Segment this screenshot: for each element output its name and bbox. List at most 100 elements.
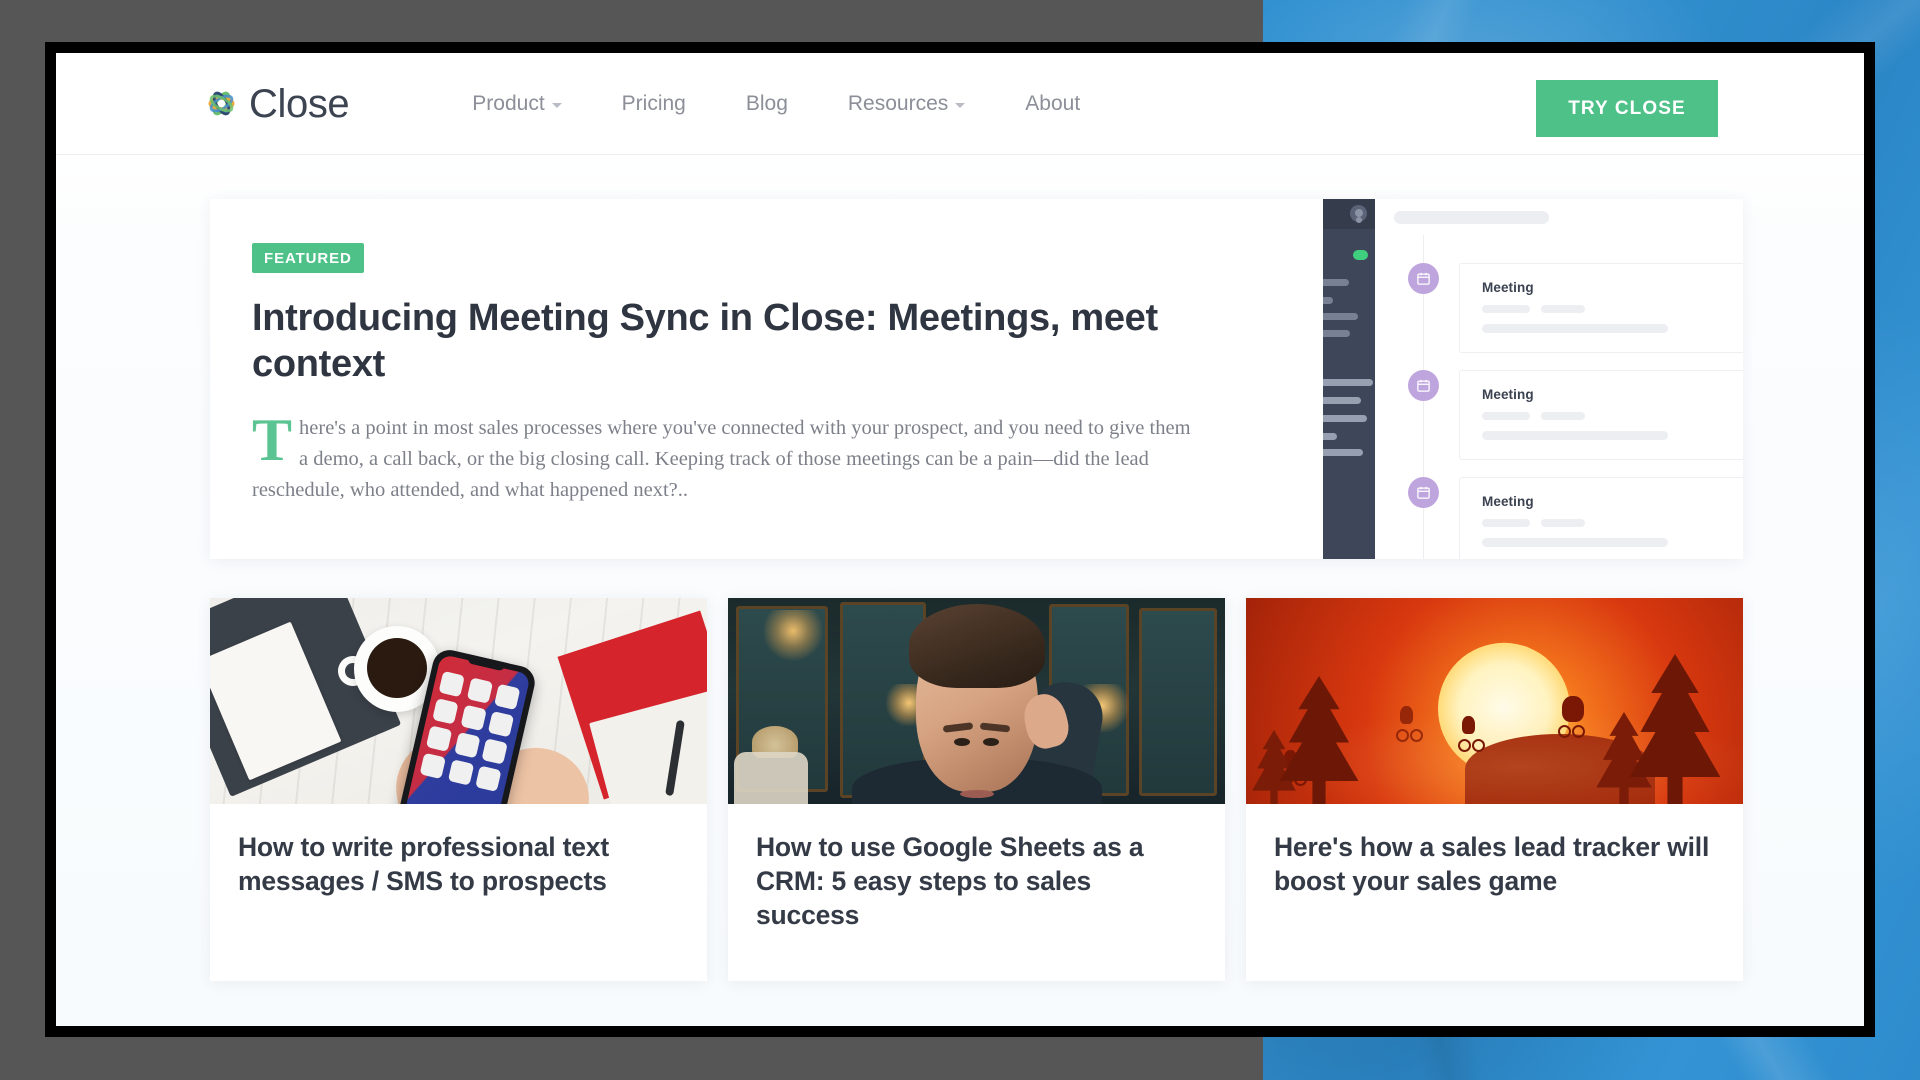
user-avatar-icon — [1350, 205, 1367, 222]
mockup-meeting-card: Meeting — [1459, 370, 1743, 460]
rider-body — [1400, 706, 1413, 724]
nav-item-label: Product — [472, 92, 544, 116]
article-grid: How to write professional text messages … — [210, 598, 1743, 981]
calendar-icon — [1408, 370, 1439, 401]
brand-wordmark: Close — [249, 84, 349, 124]
nav-item-label: About — [1025, 92, 1080, 116]
app-icon — [475, 766, 501, 792]
article-card[interactable]: How to use Google Sheets as a CRM: 5 eas… — [728, 598, 1225, 981]
page-body: FEATURED Introducing Meeting Sync in Clo… — [56, 155, 1864, 1026]
article-card[interactable]: How to write professional text messages … — [210, 598, 707, 981]
sidebar-placeholder-bar — [1323, 449, 1363, 456]
eyebrow — [943, 722, 974, 733]
sidebar-placeholder-bar — [1323, 330, 1350, 337]
placeholder-bar — [1482, 324, 1668, 333]
sidebar-placeholder-bar — [1323, 397, 1361, 404]
placeholder-bar — [1541, 305, 1585, 313]
mockup-app-sidebar — [1323, 199, 1375, 559]
app-icon — [426, 725, 452, 751]
sidebar-placeholder-bar — [1323, 279, 1349, 286]
nav-item-product[interactable]: Product — [442, 92, 591, 116]
app-icon — [460, 705, 486, 731]
sidebar-placeholder-bar — [1323, 433, 1337, 440]
wall-panel — [1139, 608, 1217, 796]
site-navigation-bar: Close Product Pricing Blog Resources — [56, 53, 1864, 155]
rider-body — [1462, 716, 1475, 734]
nav-item-label: Resources — [848, 92, 948, 116]
meeting-sync-app-mockup: Meeting — [1323, 199, 1743, 559]
eye — [954, 738, 970, 746]
bicycle-rider-silhouette — [1558, 696, 1590, 738]
mockup-app-main-panel: Meeting — [1375, 199, 1743, 559]
bicycle-wheel — [1458, 739, 1471, 752]
app-icon — [488, 711, 514, 737]
nav-item-pricing[interactable]: Pricing — [592, 92, 716, 116]
featured-badge: FEATURED — [252, 243, 364, 273]
mockup-meeting-title: Meeting — [1482, 494, 1743, 509]
article-card-title: Here's how a sales lead tracker will boo… — [1246, 804, 1743, 947]
placeholder-bar — [1482, 431, 1668, 440]
status-dot-indicator — [1353, 250, 1368, 260]
article-thumbnail-image — [210, 598, 707, 804]
brand-logo-link[interactable]: Close — [203, 84, 349, 124]
featured-excerpt-text: here's a point in most sales processes w… — [252, 417, 1191, 501]
featured-article-card[interactable]: FEATURED Introducing Meeting Sync in Clo… — [210, 199, 1743, 559]
sidebar-placeholder-bar — [1323, 313, 1358, 320]
bicycle-wheel — [1410, 729, 1423, 742]
mockup-sidebar-header — [1323, 199, 1375, 229]
mockup-meeting-card: Meeting — [1459, 263, 1743, 353]
article-thumbnail-image — [728, 598, 1225, 804]
bicycle-wheel — [1558, 725, 1571, 738]
mockup-search-placeholder — [1394, 211, 1549, 224]
placeholder-bar — [1541, 519, 1585, 527]
featured-article-excerpt: There's a point in most sales processes … — [252, 413, 1192, 506]
armchair-object — [734, 752, 808, 804]
eye — [983, 738, 999, 746]
sidebar-placeholder-bar — [1323, 379, 1373, 386]
article-card-title: How to use Google Sheets as a CRM: 5 eas… — [728, 804, 1225, 981]
nav-item-about[interactable]: About — [995, 92, 1110, 116]
browser-window-frame: Close Product Pricing Blog Resources — [45, 42, 1875, 1037]
app-icon — [466, 677, 492, 703]
article-card[interactable]: Here's how a sales lead tracker will boo… — [1246, 598, 1743, 981]
placeholder-bar — [1482, 519, 1530, 527]
app-icon — [494, 684, 520, 710]
sidebar-placeholder-bar — [1323, 297, 1333, 304]
rider-body — [1562, 696, 1584, 722]
bicycle-wheel — [1472, 739, 1485, 752]
bicycle-wheel — [1396, 729, 1409, 742]
app-icon — [432, 698, 458, 724]
app-icon — [438, 671, 464, 697]
app-icon — [454, 732, 480, 758]
article-thumbnail-image — [1246, 598, 1743, 804]
primary-navigation: Product Pricing Blog Resources About — [442, 92, 1110, 116]
mockup-meta-placeholders — [1482, 519, 1743, 527]
bicycle-wheel — [1572, 725, 1585, 738]
article-card-title: How to write professional text messages … — [210, 804, 707, 947]
calendar-icon — [1408, 477, 1439, 508]
nav-item-label: Blog — [746, 92, 788, 116]
drop-cap-letter: T — [252, 413, 299, 465]
sidebar-placeholder-bar — [1323, 415, 1367, 422]
try-close-button[interactable]: TRY CLOSE — [1536, 80, 1718, 137]
mockup-meta-placeholders — [1482, 305, 1743, 313]
placeholder-bar — [1482, 305, 1530, 313]
nav-item-resources[interactable]: Resources — [818, 92, 995, 116]
nav-item-blog[interactable]: Blog — [716, 92, 818, 116]
featured-article-title: Introducing Meeting Sync in Close: Meeti… — [252, 295, 1182, 388]
featured-article-text: FEATURED Introducing Meeting Sync in Clo… — [252, 199, 1252, 506]
placeholder-bar — [1482, 538, 1668, 547]
placeholder-bar — [1541, 412, 1585, 420]
browser-viewport: Close Product Pricing Blog Resources — [56, 53, 1864, 1026]
nav-item-label: Pricing — [622, 92, 686, 116]
close-knot-logo-icon — [203, 85, 240, 122]
person-hair — [909, 604, 1045, 688]
chandelier-light — [764, 610, 822, 662]
app-icon — [448, 759, 474, 785]
bicycle-rider-silhouette — [1396, 706, 1424, 742]
chevron-down-icon — [955, 103, 965, 108]
mouth — [960, 790, 994, 798]
chevron-down-icon — [552, 103, 562, 108]
app-icon — [482, 738, 508, 764]
desktop-backdrop: Close Product Pricing Blog Resources — [0, 0, 1920, 1080]
